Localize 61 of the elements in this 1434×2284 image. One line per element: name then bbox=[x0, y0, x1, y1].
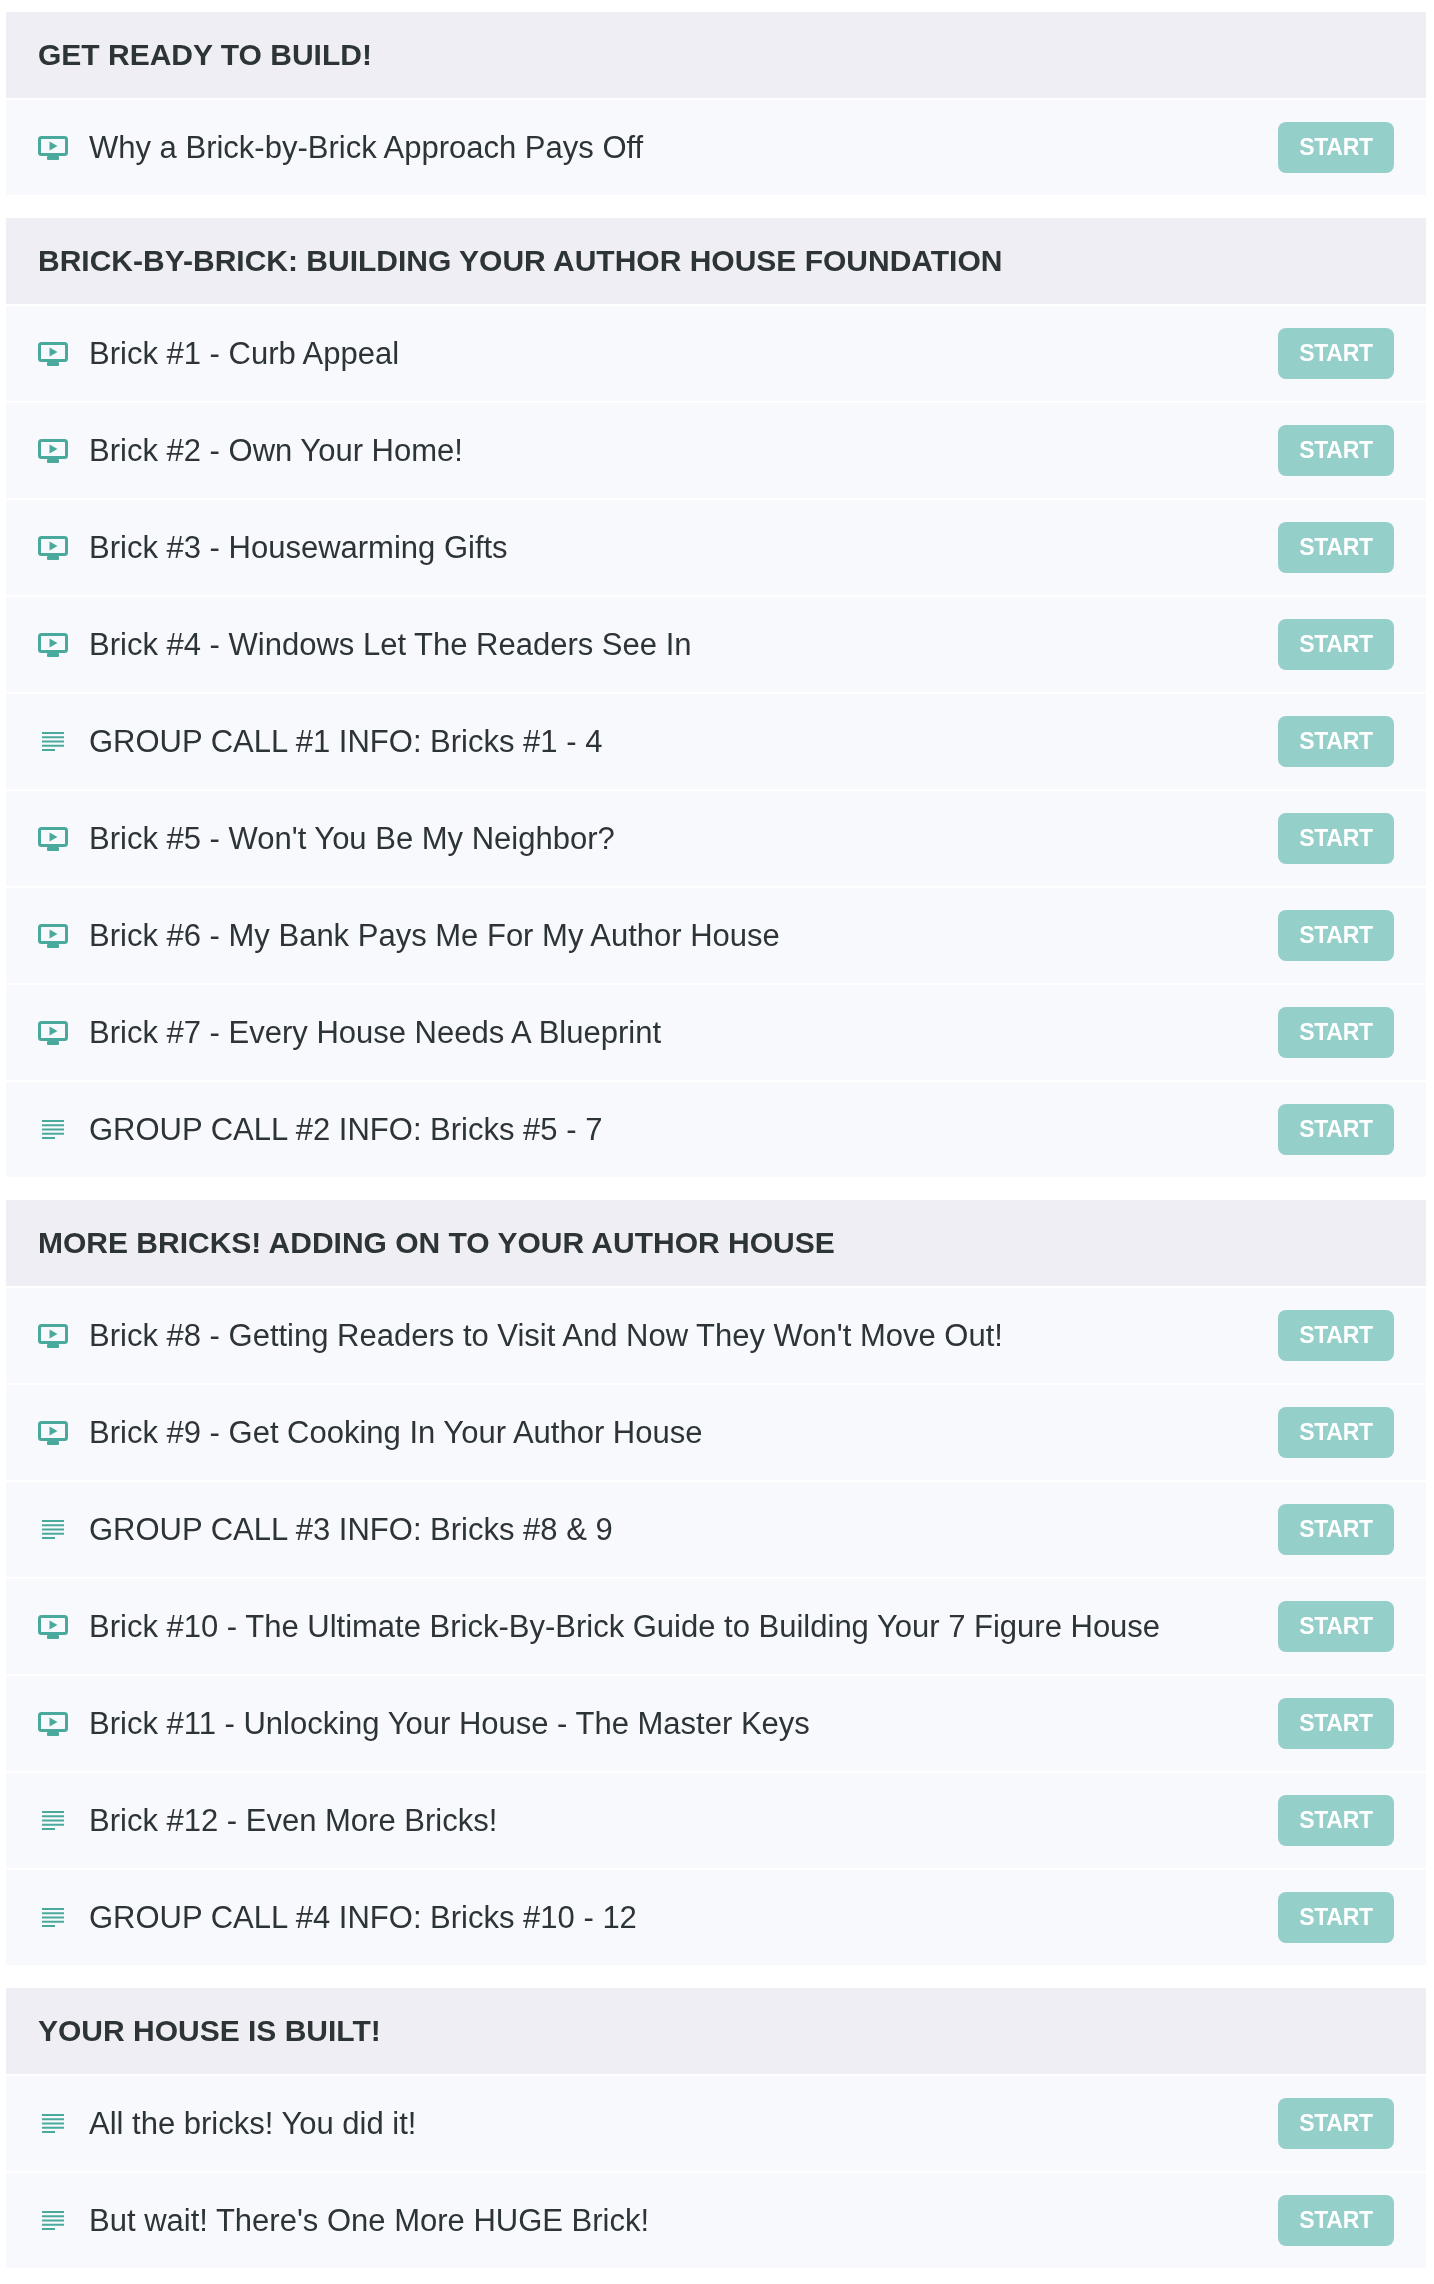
text-lines-icon bbox=[42, 732, 64, 751]
start-button[interactable]: START bbox=[1278, 1504, 1394, 1555]
start-button[interactable]: START bbox=[1278, 1892, 1394, 1943]
video-icon bbox=[38, 632, 68, 657]
text-lines-icon bbox=[42, 1811, 64, 1830]
start-button[interactable]: START bbox=[1278, 1407, 1394, 1458]
text-lines-icon bbox=[42, 1908, 64, 1927]
video-icon bbox=[38, 826, 68, 851]
start-button[interactable]: START bbox=[1278, 1104, 1394, 1155]
lesson-title: Brick #2 - Own Your Home! bbox=[89, 432, 463, 469]
lesson-title: GROUP CALL #1 INFO: Bricks #1 - 4 bbox=[89, 723, 603, 760]
section-header: MORE BRICKS! ADDING ON TO YOUR AUTHOR HOUSE bbox=[6, 1200, 1426, 1286]
lesson-title: Brick #6 - My Bank Pays Me For My Author House bbox=[89, 917, 780, 954]
video-icon bbox=[38, 1614, 68, 1639]
lesson-title: Brick #1 - Curb Appeal bbox=[89, 335, 400, 372]
start-button[interactable]: START bbox=[1278, 328, 1394, 379]
section-header: YOUR HOUSE IS BUILT! bbox=[6, 1988, 1426, 2074]
lesson-title: Brick #7 - Every House Needs A Blueprint bbox=[89, 1014, 662, 1051]
lesson-title: Brick #4 - Windows Let The Readers See In bbox=[89, 626, 692, 663]
text-lines-icon bbox=[42, 2211, 64, 2230]
lesson-title: Brick #11 - Unlocking Your House - The Master Keys bbox=[89, 1705, 810, 1742]
start-button[interactable]: START bbox=[1278, 910, 1394, 961]
start-button[interactable]: START bbox=[1278, 122, 1394, 173]
video-icon bbox=[38, 923, 68, 948]
lesson-title: Brick #8 - Getting Readers to Visit And Now They Won't Move Out! bbox=[89, 1317, 1003, 1354]
start-button[interactable]: START bbox=[1278, 619, 1394, 670]
start-button[interactable]: START bbox=[1278, 2195, 1394, 2246]
lesson-title: GROUP CALL #4 INFO: Bricks #10 - 12 bbox=[89, 1899, 637, 1936]
video-icon bbox=[38, 1711, 68, 1736]
video-icon bbox=[38, 135, 68, 160]
video-icon bbox=[38, 1323, 68, 1348]
video-icon bbox=[38, 1020, 68, 1045]
lesson-title: Brick #10 - The Ultimate Brick-By-Brick Guide to Building Your 7 Figure House bbox=[89, 1608, 1161, 1645]
lesson-title: But wait! There's One More HUGE Brick! bbox=[89, 2202, 650, 2239]
start-button[interactable]: START bbox=[1278, 425, 1394, 476]
start-button[interactable]: START bbox=[1278, 716, 1394, 767]
lesson-title: GROUP CALL #3 INFO: Bricks #8 & 9 bbox=[89, 1511, 613, 1548]
lesson-title: Why a Brick-by-Brick Approach Pays Off bbox=[89, 129, 644, 166]
start-button[interactable]: START bbox=[1278, 1007, 1394, 1058]
video-icon bbox=[38, 438, 68, 463]
section-header: GET READY TO BUILD! bbox=[6, 12, 1426, 98]
text-lines-icon bbox=[42, 1520, 64, 1539]
start-button[interactable]: START bbox=[1278, 522, 1394, 573]
start-button[interactable]: START bbox=[1278, 1310, 1394, 1361]
lesson-title: All the bricks! You did it! bbox=[89, 2105, 417, 2142]
text-lines-icon bbox=[42, 2114, 64, 2133]
start-button[interactable]: START bbox=[1278, 1795, 1394, 1846]
start-button[interactable]: START bbox=[1278, 813, 1394, 864]
section-header: BRICK-BY-BRICK: BUILDING YOUR AUTHOR HOUSE FOUNDATION bbox=[6, 218, 1426, 304]
start-button[interactable]: START bbox=[1278, 2098, 1394, 2149]
start-button[interactable]: START bbox=[1278, 1601, 1394, 1652]
video-icon bbox=[38, 341, 68, 366]
lesson-title: Brick #12 - Even More Bricks! bbox=[89, 1802, 498, 1839]
lesson-title: GROUP CALL #2 INFO: Bricks #5 - 7 bbox=[89, 1111, 603, 1148]
lesson-title: Brick #5 - Won't You Be My Neighbor? bbox=[89, 820, 615, 857]
video-icon bbox=[38, 535, 68, 560]
text-lines-icon bbox=[42, 1120, 64, 1139]
lesson-title: Brick #9 - Get Cooking In Your Author House bbox=[89, 1414, 703, 1451]
lesson-title: Brick #3 - Housewarming Gifts bbox=[89, 529, 508, 566]
video-icon bbox=[38, 1420, 68, 1445]
start-button[interactable]: START bbox=[1278, 1698, 1394, 1749]
